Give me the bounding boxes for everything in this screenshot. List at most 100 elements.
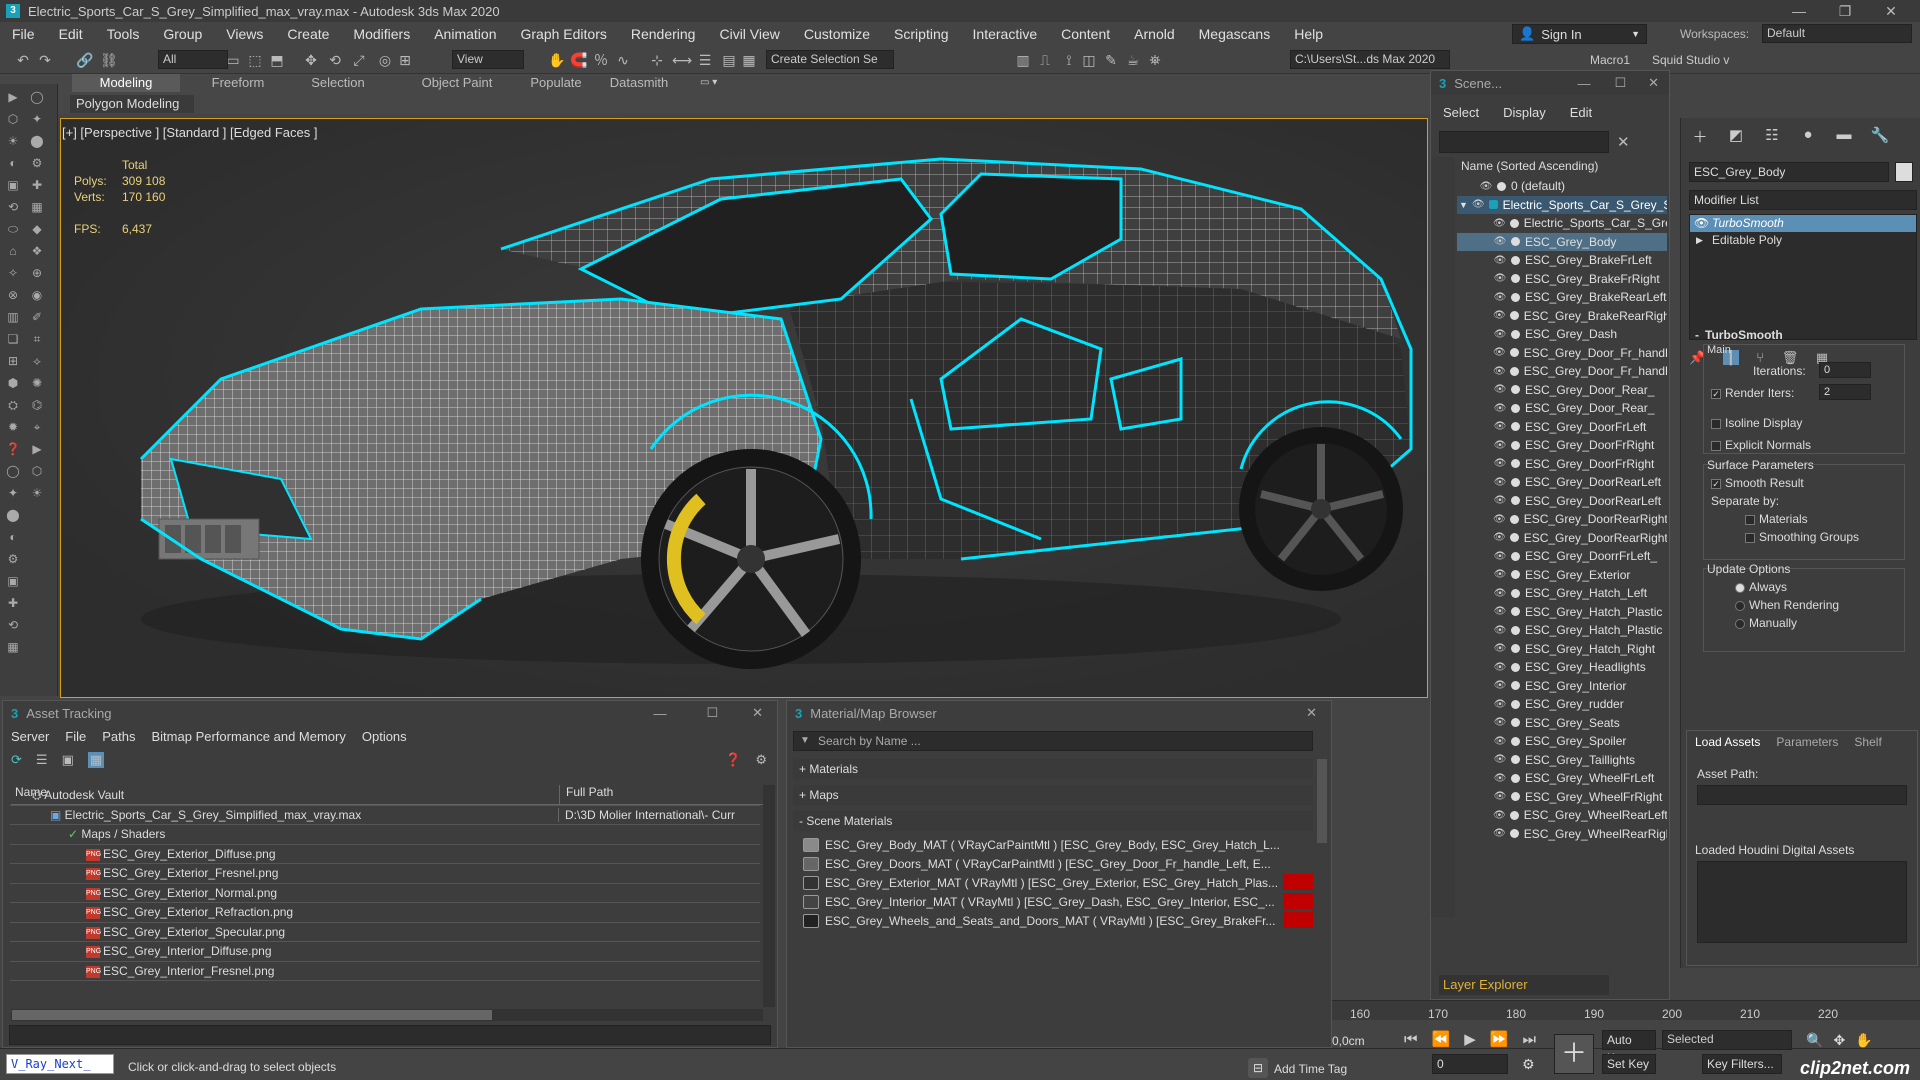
edit-icon[interactable]: ✎	[1102, 51, 1120, 69]
render-icon[interactable]: ◫	[1080, 51, 1098, 69]
asset-menu-paths[interactable]: Paths	[94, 729, 143, 744]
auto-key-button[interactable]: Auto Key	[1602, 1030, 1656, 1065]
left-tool-16-icon[interactable]: ❖	[28, 242, 46, 260]
scene-tree-item[interactable]: 👁 ESC_Grey_DoorRearRight	[1457, 510, 1667, 529]
hand-icon[interactable]: ✋	[548, 51, 566, 69]
left-tool-38-icon[interactable]: ☀	[28, 484, 46, 502]
left-tool-39-icon[interactable]: ⬤	[4, 506, 22, 524]
sign-in-button[interactable]: 👤 Sign In ▼	[1512, 24, 1647, 44]
material-list-item[interactable]: ESC_Grey_Interior_MAT ( VRayMtl ) [ESC_G…	[803, 892, 1313, 911]
left-tool-34-icon[interactable]: ▶	[28, 440, 46, 458]
table-row[interactable]: PNG ESC_Grey_Exterior_Fresnel.png	[10, 864, 760, 884]
scene-tree-item[interactable]: 👁 ESC_Grey_BrakeFrRight	[1457, 270, 1667, 289]
visibility-eye-icon[interactable]: 👁	[1479, 181, 1493, 192]
left-tool-36-icon[interactable]: ⬡	[28, 462, 46, 480]
squid-studio-button[interactable]: Squid Studio v	[1652, 53, 1729, 67]
menu-animation[interactable]: Animation	[422, 26, 508, 42]
material-browser-header[interactable]: 3 Material/Map Browser ✕	[787, 701, 1331, 725]
left-tool-10-icon[interactable]: ✚	[28, 176, 46, 194]
left-tool-11-icon[interactable]: ⟲	[4, 198, 22, 216]
isoline-display-checkbox[interactable]: Isoline Display	[1711, 416, 1802, 430]
visibility-eye-icon[interactable]: 👁	[1493, 218, 1506, 229]
scene-menu-display[interactable]: Display	[1491, 105, 1558, 125]
ribbon-subtab-polygon-modeling[interactable]: Polygon Modeling	[70, 95, 194, 113]
menu-scripting[interactable]: Scripting	[882, 26, 960, 42]
scene-tree-item[interactable]: 👁 ESC_Grey_DoorrFrLeft_	[1457, 547, 1667, 566]
utilities-tab-icon[interactable]: 🔧	[1869, 126, 1891, 148]
ribbon-tab-freeform[interactable]: Freeform	[186, 74, 290, 92]
visibility-eye-icon[interactable]: 👁	[1493, 699, 1507, 710]
scene-tree-item[interactable]: 👁 ESC_Grey_Interior	[1457, 677, 1667, 696]
minimize-icon[interactable]: —	[633, 706, 686, 721]
scene-tree-item[interactable]: 👁 ESC_Grey_DoorRearLeft	[1457, 473, 1667, 492]
scene-tree-item[interactable]: 👁 ESC_Grey_DoorRearRight	[1457, 529, 1667, 548]
scene-search-input[interactable]	[1439, 131, 1609, 153]
left-tool-43-icon[interactable]: ✚	[4, 594, 22, 612]
ribbon-tab-selection[interactable]: Selection	[290, 74, 386, 92]
redo-icon[interactable]: ↷	[36, 51, 54, 69]
visibility-eye-icon[interactable]: 👁	[1493, 551, 1507, 562]
list-view-icon[interactable]: ☰	[36, 752, 48, 768]
pivot-icon[interactable]: ◎	[376, 51, 394, 69]
left-tool-44-icon[interactable]: ⟲	[4, 616, 22, 634]
materials-checkbox[interactable]: Materials	[1745, 512, 1808, 526]
maxscript-listener-field[interactable]: V_Ray_Next_	[6, 1054, 114, 1074]
left-tool-2-icon[interactable]: ◯	[28, 88, 46, 106]
scale-icon[interactable]: ⤢	[350, 51, 368, 69]
visibility-eye-icon[interactable]: 👁	[1493, 347, 1506, 358]
scene-tree-item[interactable]: 👁 ESC_Grey_BrakeRearRight	[1457, 307, 1667, 326]
scene-tree-item[interactable]: 👁 ESC_Grey_DoorRearLeft	[1457, 492, 1667, 511]
visibility-eye-icon[interactable]: 👁	[1493, 736, 1507, 747]
left-tool-22-icon[interactable]: ✐	[28, 308, 46, 326]
motion-tab-icon[interactable]: ●	[1797, 126, 1819, 148]
visibility-eye-icon[interactable]: 👁	[1493, 643, 1507, 654]
vertical-scrollbar[interactable]	[763, 785, 775, 1007]
material-list-item[interactable]: ESC_Grey_Doors_MAT ( VRayCarPaintMtl ) […	[803, 854, 1313, 873]
visibility-eye-icon[interactable]: 👁	[1493, 717, 1507, 728]
selection-filter-dropdown[interactable]: All	[158, 50, 228, 69]
layer-explorer-dropdown[interactable]: Layer Explorer	[1439, 975, 1609, 995]
asset-menu-server[interactable]: Server	[3, 729, 57, 744]
left-tool-8-icon[interactable]: ⚙	[28, 154, 46, 172]
houdini-tab-load-assets[interactable]: Load Assets	[1687, 735, 1768, 749]
menu-customize[interactable]: Customize	[792, 26, 882, 42]
scene-tree-item[interactable]: 👁 Electric_Sports_Car_S_Grey	[1457, 214, 1667, 233]
menu-civil-view[interactable]: Civil View	[707, 26, 791, 42]
align-icon[interactable]: ⟷	[672, 51, 692, 69]
loaded-assets-list[interactable]	[1697, 861, 1907, 943]
scene-menu-select[interactable]: Select	[1431, 105, 1491, 125]
material-scrollbar[interactable]	[1317, 759, 1327, 843]
manually-radio[interactable]: Manually	[1735, 616, 1797, 630]
table-row[interactable]: PNG ESC_Grey_Exterior_Diffuse.png	[10, 845, 760, 864]
add-time-tag-button[interactable]: Add Time Tag	[1274, 1062, 1347, 1076]
modifier-list-dropdown[interactable]: Modifier List	[1689, 190, 1917, 210]
scene-tree-item[interactable]: 👁 ESC_Grey_Body	[1457, 232, 1667, 251]
menu-arnold[interactable]: Arnold	[1122, 26, 1186, 42]
ribbon-tab-modeling[interactable]: Modeling	[72, 74, 180, 92]
link-icon[interactable]: 🔗	[76, 51, 94, 69]
scene-tree-item[interactable]: 👁 ESC_Grey_WheelFrLeft	[1457, 769, 1667, 788]
left-tool-23-icon[interactable]: ❏	[4, 330, 22, 348]
table-row[interactable]: ▣ Electric_Sports_Car_S_Grey_Simplified_…	[10, 806, 760, 825]
visibility-eye-icon[interactable]: 👁	[1493, 310, 1506, 321]
material-list-item[interactable]: ESC_Grey_Wheels_and_Seats_and_Doors_MAT …	[803, 911, 1313, 930]
time-tag-icon[interactable]: ⊟	[1248, 1058, 1268, 1078]
left-tool-19-icon[interactable]: ⊗	[4, 286, 22, 304]
layers-icon[interactable]: ☰	[696, 51, 714, 69]
unlink-icon[interactable]: ⛓	[100, 51, 118, 69]
scene-tree-item[interactable]: 👁 ESC_Grey_WheelRearRight	[1457, 825, 1667, 844]
close-icon[interactable]: ✕	[738, 705, 777, 721]
checkbox-icon[interactable]: ✓	[1711, 388, 1721, 399]
scene-tree-item[interactable]: 👁 ESC_Grey_DoorFrRight	[1457, 436, 1667, 455]
display-tab-icon[interactable]: ▬	[1833, 126, 1855, 148]
reference-coordinate-dropdown[interactable]: View	[452, 50, 524, 69]
asset-path-input[interactable]	[1697, 785, 1907, 805]
render-setup-icon[interactable]: ⎍	[1036, 51, 1054, 69]
visibility-eye-icon[interactable]: 👁	[1493, 773, 1507, 784]
table-row[interactable]: PNG ESC_Grey_Exterior_Specular.png	[10, 923, 760, 942]
visibility-eye-icon[interactable]: 👁	[1472, 199, 1485, 210]
table-row[interactable]: PNG ESC_Grey_Exterior_Refraction.png	[10, 903, 760, 923]
stack-item-turbosmooth[interactable]: 👁 TurboSmooth	[1690, 215, 1916, 232]
macro-button[interactable]: Macro1	[1590, 53, 1630, 67]
hierarchy-tab-icon[interactable]: ☷	[1761, 126, 1783, 148]
